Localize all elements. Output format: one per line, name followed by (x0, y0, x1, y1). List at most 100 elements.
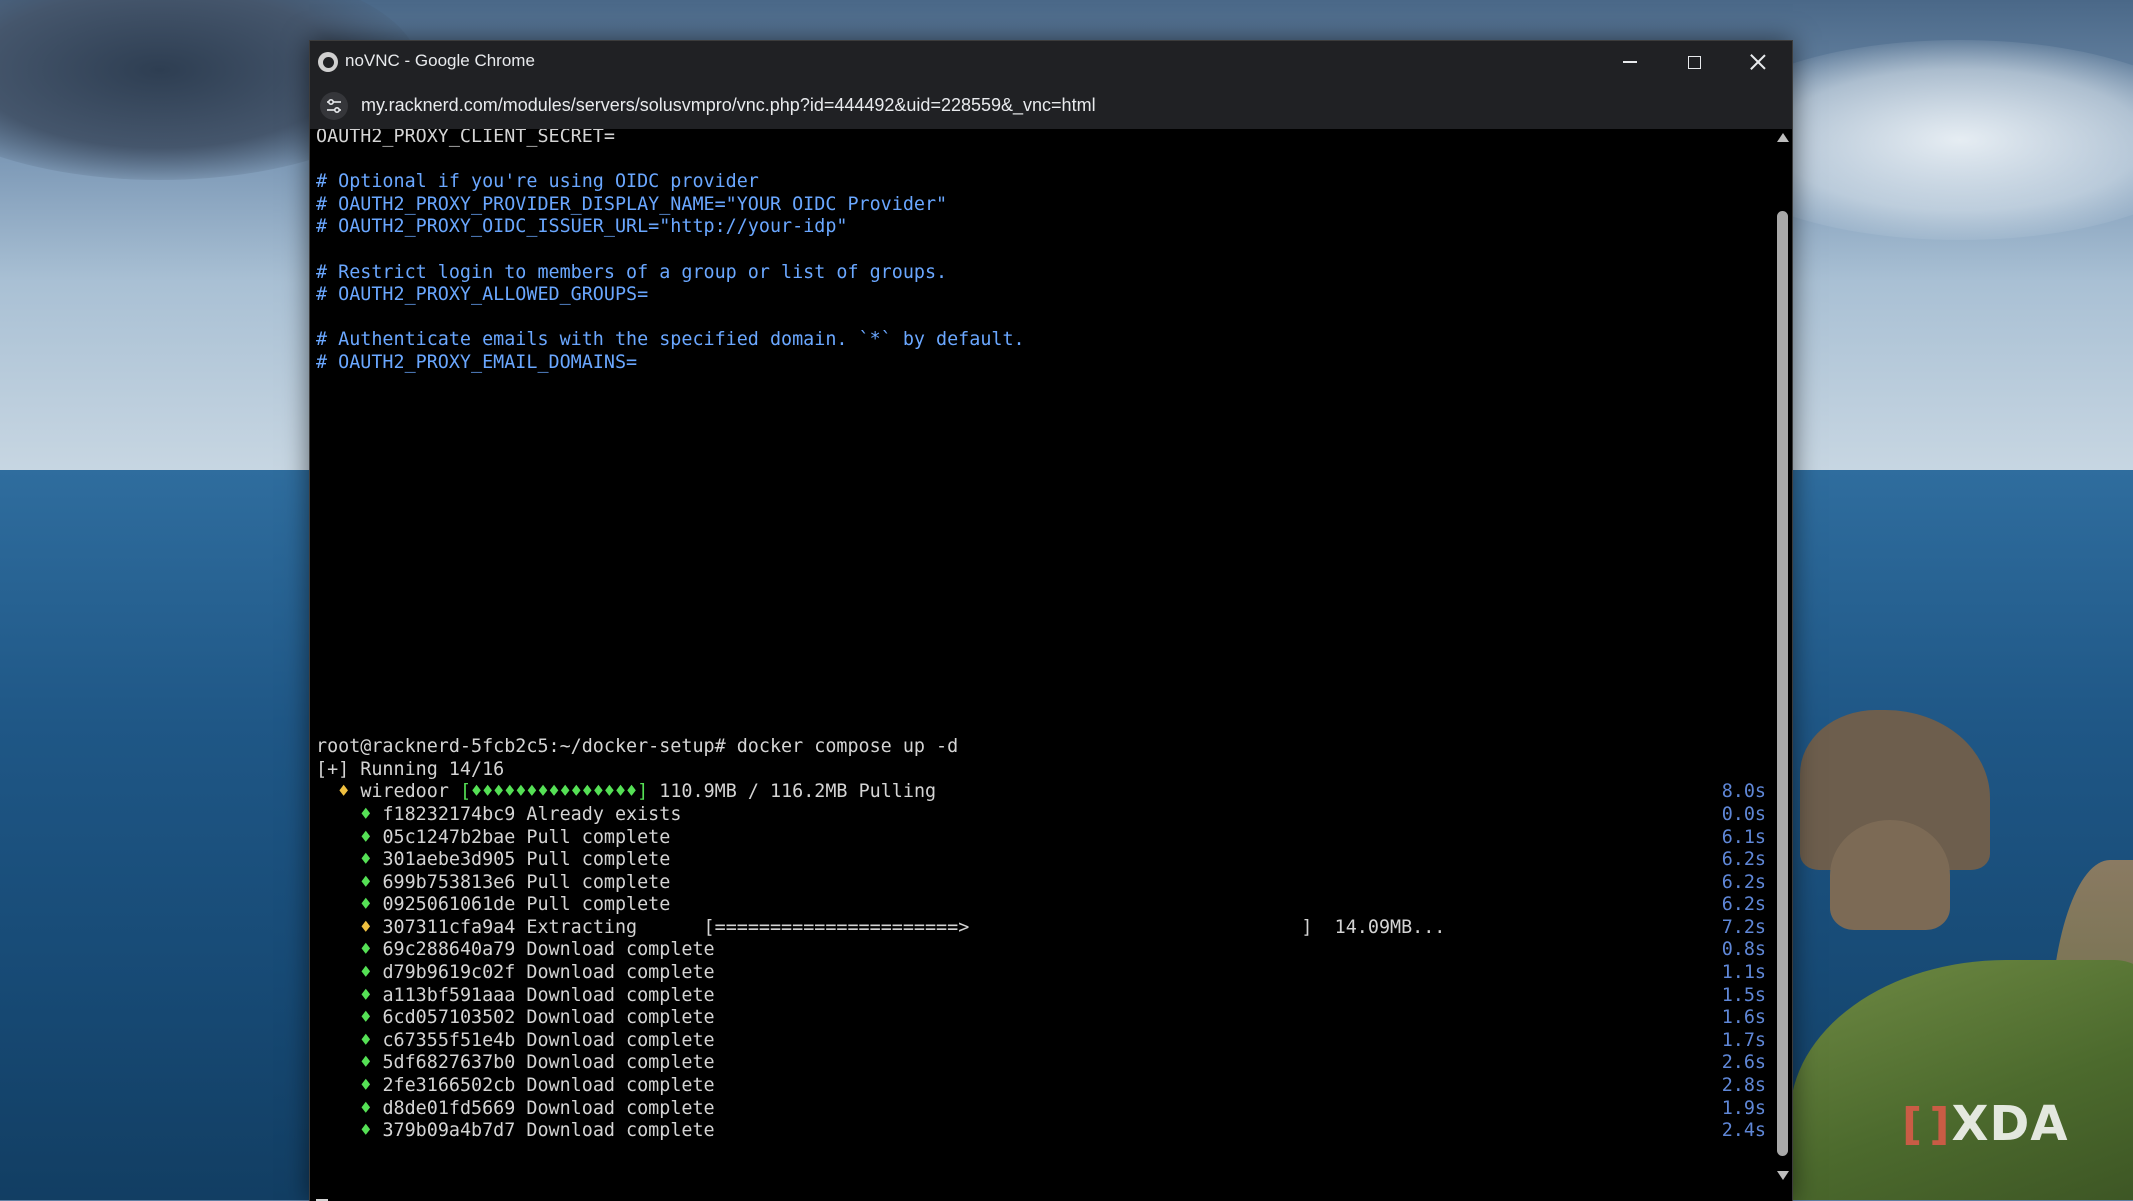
layer-status-text: a113bf591aaa Download complete (382, 984, 715, 1006)
layer-elapsed-time: 6.1s (1721, 826, 1766, 848)
layer-elapsed-time: 7.2s (1721, 916, 1766, 938)
layer-status-text: 379b09a4b7d7 Download complete (382, 1120, 715, 1142)
scrollbar-thumb[interactable] (1777, 211, 1788, 1156)
xda-watermark: [ ] XDA (1902, 1096, 2069, 1152)
layer-status-text: 0925061061de Pull complete (382, 894, 671, 916)
layer-status-line: ♦ 301aebe3d905 Pull complete 6.2s (316, 849, 1766, 872)
wallpaper-rock (1830, 820, 1950, 930)
layer-bullet-icon: ♦ (360, 803, 372, 825)
layer-status-line: ♦ f18232174bc9 Already exists 0.0s (316, 804, 1766, 827)
layer-bullet-icon: ♦ (360, 984, 372, 1006)
maximize-icon (1687, 55, 1701, 69)
layer-elapsed-time: 1.5s (1721, 984, 1766, 1006)
layer-elapsed-time: 2.4s (1721, 1120, 1766, 1142)
layer-bullet-icon: ♦ (360, 1029, 372, 1051)
xda-logo-text: XDA (1951, 1096, 2069, 1152)
env-file-line: # Optional if you're using OIDC provider (316, 171, 759, 193)
layer-status-line: ♦ d79b9619c02f Download complete 1.1s (316, 962, 1766, 985)
layer-status-line: ♦ c67355f51e4b Download complete 1.7s (316, 1030, 1766, 1053)
browser-window: noVNC - Google Chrome my.racknerd.com/mo… (309, 40, 1793, 1201)
layer-elapsed-time: 2.6s (1721, 1052, 1766, 1074)
minimize-icon (1623, 61, 1637, 63)
env-file-lines: OAUTH2_PROXY_CLIENT_SECRET= # Optional if… (316, 129, 1766, 375)
layer-status-line: ♦ a113bf591aaa Download complete 1.5s (316, 985, 1766, 1008)
pull-bullet-icon: ♦ (338, 781, 350, 803)
layer-bullet-icon: ♦ (360, 894, 372, 916)
env-file-line: # Authenticate emails with the specified… (316, 329, 1025, 351)
layer-status-line: ♦ 2fe3166502cb Download complete 2.8s (316, 1075, 1766, 1098)
pull-status-text: Pulling (858, 781, 937, 803)
layer-status-text: 05c1247b2bae Pull complete (382, 826, 671, 848)
shell-command-line: root@racknerd-5fcb2c5:~/docker-setup# do… (316, 736, 959, 758)
env-file-line: # Restrict login to members of a group o… (316, 261, 948, 283)
window-title: noVNC - Google Chrome (345, 51, 535, 70)
layer-status-text: 2fe3166502cb Download complete (382, 1075, 715, 1097)
minimize-button[interactable] (1598, 41, 1662, 83)
layer-elapsed-time: 6.2s (1721, 849, 1766, 871)
layer-status-line: ♦ 699b753813e6 Pull complete 6.2s (316, 872, 1766, 895)
layer-elapsed-time: 1.1s (1721, 962, 1766, 984)
layer-status-text: d8de01fd5669 Download complete (382, 1097, 715, 1119)
terminal-output: OAUTH2_PROXY_CLIENT_SECRET= # Optional if… (316, 129, 1766, 1143)
layer-bullet-icon: ♦ (360, 939, 372, 961)
layer-status-text: 301aebe3d905 Pull complete (382, 849, 671, 871)
layer-status-text: 307311cfa9a4 Extracting [===============… (382, 916, 1446, 938)
vnc-terminal[interactable]: OAUTH2_PROXY_CLIENT_SECRET= # Optional if… (310, 129, 1772, 1201)
layer-bullet-icon: ♦ (360, 916, 372, 938)
layer-status-text: 69c288640a79 Download complete (382, 939, 715, 961)
layer-status-text: 699b753813e6 Pull complete (382, 871, 671, 893)
terminal-scrollbar[interactable] (1772, 129, 1792, 1201)
pull-service-name: wiredoor (360, 781, 449, 803)
pull-progress-size: 110.9MB / 116.2MB (659, 781, 848, 803)
layer-status-text: c67355f51e4b Download complete (382, 1029, 715, 1051)
site-info-icon[interactable] (320, 92, 348, 120)
layer-status-text: 6cd057103502 Download complete (382, 1007, 715, 1029)
scroll-up-arrow-icon[interactable] (1777, 133, 1789, 142)
chrome-app-icon (318, 52, 338, 72)
layer-status-line: ♦ 69c288640a79 Download complete 0.8s (316, 939, 1766, 962)
title-bar[interactable]: noVNC - Google Chrome (310, 41, 1792, 83)
layer-bullet-icon: ♦ (360, 1052, 372, 1074)
layer-elapsed-time: 1.6s (1721, 1007, 1766, 1029)
url-field[interactable]: my.racknerd.com/modules/servers/solusvmp… (361, 95, 1096, 116)
address-bar: my.racknerd.com/modules/servers/solusvmp… (310, 83, 1792, 129)
env-file-line: # OAUTH2_PROXY_ALLOWED_GROUPS= (316, 284, 649, 306)
layer-bullet-icon: ♦ (360, 1007, 372, 1029)
layer-elapsed-time: 0.0s (1721, 803, 1766, 825)
layer-status-line: ♦ 0925061061de Pull complete 6.2s (316, 894, 1766, 917)
layer-status-line: ♦ 5df6827637b0 Download complete 2.6s (316, 1052, 1766, 1075)
xda-logo-mark: [ ] (1902, 1098, 1950, 1150)
layer-bullet-icon: ♦ (360, 826, 372, 848)
compose-running-status: [+] Running 14/16 (316, 758, 505, 780)
layer-elapsed-time: 6.2s (1721, 894, 1766, 916)
layer-elapsed-time: 2.8s (1721, 1075, 1766, 1097)
layer-status-line: ♦ 379b09a4b7d7 Download complete 2.4s (316, 1120, 1766, 1143)
layer-bullet-icon: ♦ (360, 871, 372, 893)
close-icon (1750, 54, 1766, 70)
pull-status-line: ♦ wiredoor [♦♦♦♦♦♦♦♦♦♦♦♦♦♦♦] 110.9MB / 1… (316, 781, 1766, 804)
terminal-blank-area (316, 375, 1766, 737)
layer-bullet-icon: ♦ (360, 1097, 372, 1119)
maximize-button[interactable] (1662, 41, 1726, 83)
close-button[interactable] (1726, 41, 1790, 83)
env-file-line: # OAUTH2_PROXY_PROVIDER_DISPLAY_NAME="YO… (316, 193, 948, 215)
layer-elapsed-time: 0.8s (1721, 939, 1766, 961)
layer-status-line: ♦ 307311cfa9a4 Extracting [=============… (316, 917, 1766, 940)
layer-status-line: ♦ d8de01fd5669 Download complete 1.9s (316, 1098, 1766, 1121)
pull-progress-bar: [♦♦♦♦♦♦♦♦♦♦♦♦♦♦♦] (459, 781, 649, 803)
layer-status-line: ♦ 05c1247b2bae Pull complete 6.1s (316, 827, 1766, 850)
layer-status-text: d79b9619c02f Download complete (382, 962, 715, 984)
layer-status-line: ♦ 6cd057103502 Download complete 1.6s (316, 1007, 1766, 1030)
layer-bullet-icon: ♦ (360, 1075, 372, 1097)
layer-bullet-icon: ♦ (360, 962, 372, 984)
env-file-line: # OAUTH2_PROXY_EMAIL_DOMAINS= (316, 351, 638, 373)
env-file-line: OAUTH2_PROXY_CLIENT_SECRET= (316, 129, 615, 147)
scroll-down-arrow-icon[interactable] (1777, 1171, 1789, 1180)
layer-status-text: f18232174bc9 Already exists (382, 803, 682, 825)
layer-list: ♦ f18232174bc9 Already exists 0.0s ♦ 05c1… (316, 804, 1766, 1143)
layer-status-text: 5df6827637b0 Download complete (382, 1052, 715, 1074)
env-file-line: # OAUTH2_PROXY_OIDC_ISSUER_URL="http://y… (316, 216, 848, 238)
